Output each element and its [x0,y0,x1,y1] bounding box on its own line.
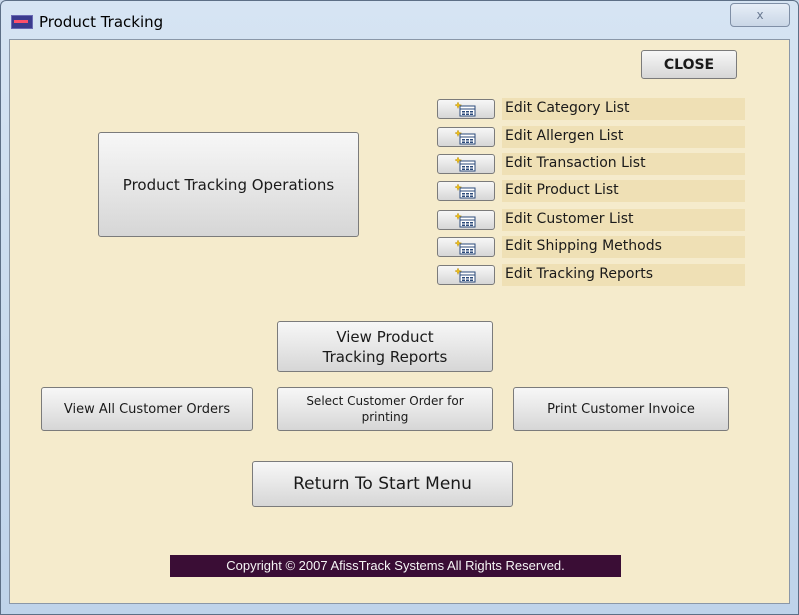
edit-list-label: Edit Category List [505,100,630,116]
form-wizard-icon [455,129,477,145]
window-close-button[interactable]: x [730,3,790,27]
edit-list-button[interactable] [437,99,495,119]
edit-list-button[interactable] [437,127,495,147]
edit-list-label: Edit Tracking Reports [505,266,653,282]
copyright-notice: Copyright © 2007 AfissTrack Systems All … [170,555,621,577]
form-wizard-icon [455,239,477,255]
edit-list-button[interactable] [437,265,495,285]
select-order-label-line1: Select Customer Order for [306,394,464,408]
edit-list-button[interactable] [437,154,495,174]
edit-list-row: Edit Product List [437,180,745,202]
edit-list-button[interactable] [437,237,495,257]
edit-list-label: Edit Customer List [505,211,634,227]
view-reports-label-line1: View Product [336,327,434,346]
edit-list-row: Edit Transaction List [437,153,745,175]
view-reports-label-line2: Tracking Reports [322,347,448,366]
form-wizard-icon [455,183,477,199]
edit-list-button[interactable] [437,210,495,230]
select-order-label-line2: printing [361,410,409,424]
form-wizard-icon [455,101,477,117]
app-logo-icon [11,15,33,29]
edit-list-label: Edit Transaction List [505,155,646,171]
edit-list-row: Edit Allergen List [437,126,745,148]
edit-list-label: Edit Shipping Methods [505,238,662,254]
edit-list-row: Edit Category List [437,98,745,120]
product-tracking-operations-button[interactable]: Product Tracking Operations [98,132,359,237]
edit-list-row: Edit Customer List [437,209,745,231]
app-window: Product Tracking x CLOSE Product Trackin… [0,0,799,615]
edit-list-row: Edit Shipping Methods [437,236,745,258]
view-product-tracking-reports-button[interactable]: View Product Tracking Reports [277,321,493,372]
print-customer-invoice-button[interactable]: Print Customer Invoice [513,387,729,431]
title-bar: Product Tracking x [1,1,798,39]
select-customer-order-button[interactable]: Select Customer Order for printing [277,387,493,431]
return-to-start-menu-button[interactable]: Return To Start Menu [252,461,513,507]
edit-list-row: Edit Tracking Reports [437,264,745,286]
edit-list-label: Edit Allergen List [505,128,624,144]
view-all-customer-orders-button[interactable]: View All Customer Orders [41,387,253,431]
edit-list-button[interactable] [437,181,495,201]
close-button[interactable]: CLOSE [641,50,737,79]
form-wizard-icon [455,267,477,283]
window-title: Product Tracking [39,13,164,31]
form-body: CLOSE Product Tracking Operations Edit C… [9,39,790,604]
form-wizard-icon [455,212,477,228]
form-wizard-icon [455,156,477,172]
edit-list-label: Edit Product List [505,182,619,198]
